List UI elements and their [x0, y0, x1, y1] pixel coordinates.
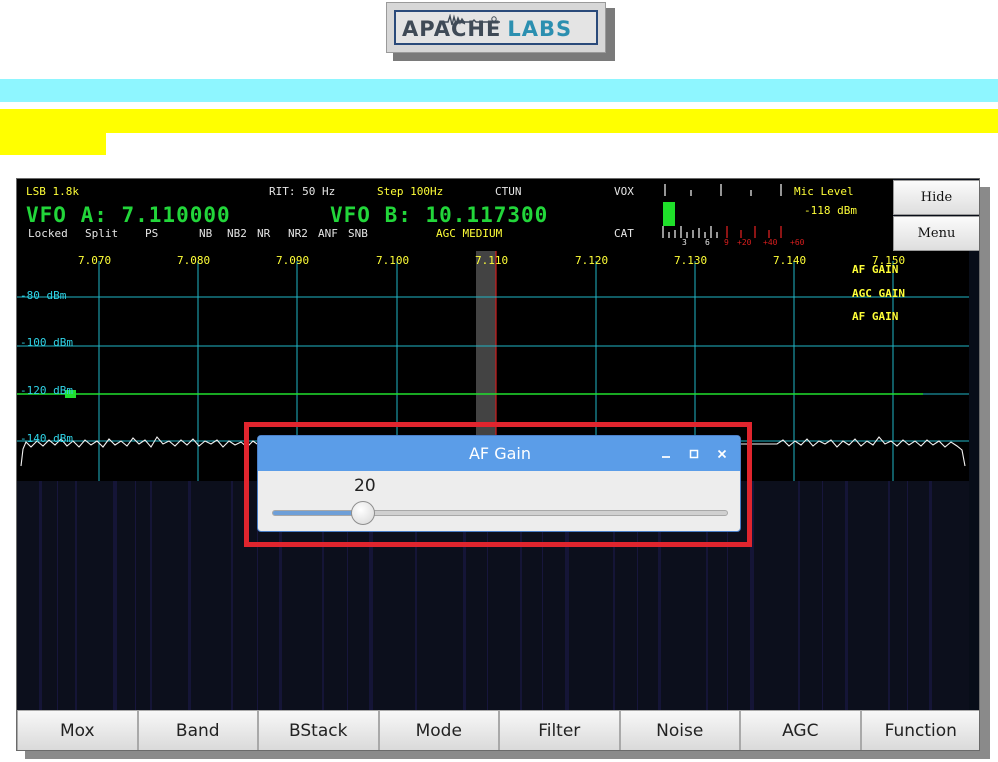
meter-top-ticks	[664, 184, 782, 196]
slider-value-label: 20	[354, 476, 376, 496]
freq-label-7070: 7.070	[78, 254, 112, 267]
status-anf: ANF	[318, 227, 338, 240]
note-agc-gain: AGC GAIN	[852, 287, 905, 300]
cat-label: CAT	[614, 227, 634, 240]
status-nr: NR	[257, 227, 271, 240]
status-split: Split	[85, 227, 119, 240]
logo-text-apache: APACHE	[402, 17, 502, 41]
vox-label: VOX	[614, 185, 634, 198]
menu-button[interactable]: Menu	[893, 216, 979, 251]
noise-button[interactable]: Noise	[619, 710, 740, 750]
hide-button[interactable]: Hide	[893, 180, 979, 215]
logo-text-labs: LABS	[507, 17, 573, 41]
meter-scale-plus60: +60	[790, 238, 805, 247]
agc-button[interactable]: AGC	[740, 710, 861, 750]
signal-level-label: -118 dBm	[804, 204, 857, 217]
meter-bottom-ticks	[662, 226, 782, 238]
logo-text: APACHE LABS	[402, 17, 572, 41]
freq-label-7140: 7.140	[773, 254, 807, 267]
yellow-tab	[0, 133, 106, 155]
cyan-band	[0, 79, 998, 102]
note-af-gain-1: AF GAIN	[852, 263, 899, 276]
ctun-label: CTUN	[495, 185, 522, 198]
freq-label-7100: 7.100	[376, 254, 410, 267]
apache-labs-logo: APACHE LABS	[386, 2, 606, 53]
note-af-gain-2: AF GAIN	[852, 310, 899, 323]
bstack-button[interactable]: BStack	[258, 710, 379, 750]
dialog-title: AF Gain	[468, 444, 532, 463]
mic-level-label: Mic Level	[794, 185, 854, 198]
dbm-label-140: -140 dBm	[20, 432, 73, 445]
status-nb: NB	[199, 227, 213, 240]
status-nb2: NB2	[227, 227, 247, 240]
status-locked: Locked	[28, 227, 68, 240]
status-ps: PS	[145, 227, 159, 240]
meter-scale-3: 3	[682, 238, 687, 247]
af-gain-slider-track[interactable]	[272, 510, 728, 516]
dbm-label-120: -120 dBm	[20, 384, 73, 397]
freq-label-7090: 7.090	[276, 254, 310, 267]
status-header: LSB 1.8k RIT: 50 Hz Step 100Hz CTUN VOX …	[17, 179, 893, 251]
status-nr2: NR2	[288, 227, 308, 240]
dbm-label-100: -100 dBm	[20, 336, 73, 349]
freq-label-7120: 7.120	[575, 254, 609, 267]
rit-label: RIT: 50 Hz	[269, 185, 336, 198]
mox-button[interactable]: Mox	[17, 710, 138, 750]
freq-label-7080: 7.080	[177, 254, 211, 267]
agc-mode-label: AGC MEDIUM	[436, 227, 503, 240]
freq-label-7130: 7.130	[674, 254, 708, 267]
mode-button[interactable]: Mode	[378, 710, 499, 750]
meter-scale-6: 6	[705, 238, 710, 247]
logo-frame: APACHE LABS	[394, 10, 598, 45]
af-gain-dialog: AF Gain 20	[257, 435, 741, 532]
meter-scale-plus40: +40	[763, 238, 778, 247]
status-snb: SNB	[348, 227, 368, 240]
close-icon[interactable]	[709, 436, 735, 471]
meter-scale-plus20: +20	[737, 238, 752, 247]
dbm-label-80: -80 dBm	[20, 289, 67, 302]
yellow-band	[0, 109, 998, 133]
band-button[interactable]: Band	[137, 710, 258, 750]
vfo-b-frequency[interactable]: VFO B: 10.117300	[330, 203, 548, 227]
meter-bar	[663, 202, 675, 226]
af-gain-slider-thumb[interactable]	[351, 501, 376, 525]
filter-button[interactable]: Filter	[499, 710, 620, 750]
meter-scale-9: 9	[724, 238, 729, 247]
freq-label-7110: 7.110	[475, 254, 509, 267]
maximize-icon[interactable]	[681, 436, 707, 471]
function-button-bar: Mox Band BStack Mode Filter Noise AGC Fu…	[17, 710, 979, 750]
minimize-icon[interactable]	[653, 436, 679, 471]
vfo-a-frequency[interactable]: VFO A: 7.110000	[26, 203, 231, 227]
mode-filter-label: LSB 1.8k	[26, 185, 79, 198]
function-button[interactable]: Function	[860, 710, 979, 750]
step-label: Step 100Hz	[377, 185, 444, 198]
